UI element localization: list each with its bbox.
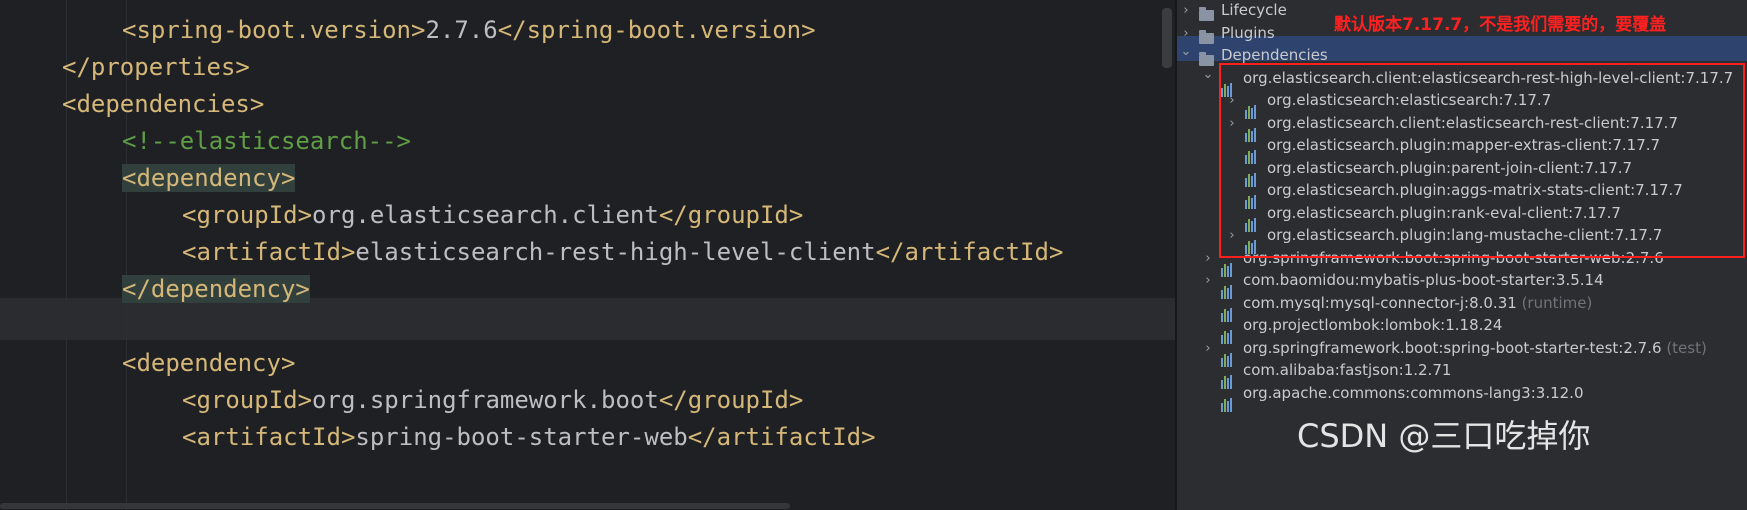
library-bars [1221,387,1233,412]
library-icon [1221,364,1239,389]
xml-tag: </spring-boot.version> [497,16,816,44]
xml-tag: </artifactId> [875,238,1064,266]
library-icon [1221,319,1239,344]
code-line[interactable]: <!--elasticsearch--> [122,121,411,162]
code-line[interactable]: <artifactId>spring-boot-starter-web</art… [182,417,876,458]
code-line[interactable]: <dependencies> [62,84,264,125]
node-name: com.alibaba:fastjson:1.2.71 [1243,361,1452,379]
xml-tag: <dependencies> [62,90,265,118]
tree-dependency-node[interactable]: com.alibaba:fastjson:1.2.71 [1177,358,1747,389]
node-name: org.springframework.boot:spring-boot-sta… [1243,338,1662,357]
xml-text: org.springframework.boot [312,386,659,414]
code-line[interactable]: <dependency> [122,343,295,384]
folder-shape [1199,7,1214,21]
code-line[interactable]: <groupId>org.springframework.boot</group… [182,380,803,421]
tree-dependency-node[interactable]: › com.baomidou:mybatis-plus-boot-starter:… [1177,268,1747,299]
code-comment: <!--elasticsearch--> [122,127,411,155]
node-name: org.apache.commons:commons-lang3:3.12.0 [1243,383,1584,402]
xml-tag: <artifactId> [182,238,356,266]
library-icon [1221,387,1239,412]
node-name: com.baomidou:mybatis-plus-boot-starter:3… [1243,271,1604,289]
node-name: Plugins [1221,23,1275,42]
chevron-right-icon[interactable]: › [1201,246,1215,271]
code-line[interactable]: <spring-boot.version>2.7.6</spring-boot.… [122,10,816,51]
chevron-down-icon[interactable]: ⌄ [1179,39,1193,64]
xml-tag: </properties> [62,53,250,81]
xml-tag: <spring-boot.version> [122,16,426,44]
library-icon [1221,274,1239,299]
xml-text: org.elasticsearch.client [312,201,659,229]
xml-tag: <dependency> [122,164,296,192]
tree-node-label: org.springframework.boot:spring-boot-sta… [1243,336,1707,361]
chevron-down-icon[interactable]: ⌄ [1201,62,1215,87]
editor-horizontal-scrollbar[interactable] [0,503,790,509]
tree-node-label: org.apache.commons:commons-lang3:3.12.0 [1243,381,1583,406]
code-line[interactable]: </properties> [62,47,250,88]
node-name: Lifecycle [1221,1,1287,19]
node-name: Dependencies [1221,46,1328,64]
chevron-right-icon[interactable]: › [1201,268,1215,293]
tree-node-label: Plugins [1221,21,1275,46]
xml-tag: <groupId> [182,201,313,229]
code-line[interactable]: </dependency> [122,269,310,310]
folder-shape [1199,29,1214,44]
editor-vertical-scrollbar[interactable] [1162,8,1172,68]
tree-node-label: com.alibaba:fastjson:1.2.71 [1243,358,1451,383]
code-editor[interactable]: <spring-boot.version>2.7.6</spring-boot.… [0,0,1175,510]
annotation-red-box [1219,63,1745,258]
folder-icon [1199,27,1217,44]
xml-tag: <dependency> [122,349,296,377]
watermark: CSDN @三口吃掉你 [1297,417,1591,455]
library-icon [1221,342,1239,367]
tree-dependency-node[interactable]: org.projectlombok:lombok:1.18.24 [1177,313,1747,344]
xml-tag: </dependency> [122,275,310,303]
code-line[interactable]: <dependency> [122,158,296,199]
xml-tag: </groupId> [658,386,804,414]
tree-node-label: com.mysql:mysql-connector-j:8.0.31 (runt… [1243,291,1592,316]
xml-tag: <artifactId> [182,423,356,451]
tree-dependency-node[interactable]: org.apache.commons:commons-lang3:3.12.0 [1177,381,1747,412]
annotation-text: 默认版本7.17.7，不是我们需要的，要覆盖 [1334,15,1667,35]
chevron-right-icon[interactable]: › [1201,336,1215,361]
code-line[interactable]: <groupId>org.elasticsearch.client</group… [182,195,803,236]
code-line[interactable]: <artifactId>elasticsearch-rest-high-leve… [182,232,1063,273]
node-name: com.mysql:mysql-connector-j:8.0.31 [1243,293,1517,312]
xml-text: spring-boot-starter-web [355,423,688,451]
tree-dependency-node[interactable]: › org.springframework.boot:spring-boot-st… [1177,336,1747,367]
tree-node-label: org.projectlombok:lombok:1.18.24 [1243,313,1502,338]
tree-dependency-node[interactable]: com.mysql:mysql-connector-j:8.0.31 (runt… [1177,291,1747,322]
scope-label: (test) [1666,338,1707,357]
scope-label: (runtime) [1521,293,1593,312]
xml-tag: </artifactId> [687,423,876,451]
library-icon [1221,297,1239,322]
folder-icon [1199,4,1217,21]
xml-tag: <groupId> [182,386,313,414]
xml-text: elasticsearch-rest-high-level-client [355,238,876,266]
tree-node-label: com.baomidou:mybatis-plus-boot-starter:3… [1243,268,1604,293]
xml-text: 2.7.6 [425,16,498,44]
xml-tag: </groupId> [658,201,804,229]
node-name: org.projectlombok:lombok:1.18.24 [1243,316,1503,334]
